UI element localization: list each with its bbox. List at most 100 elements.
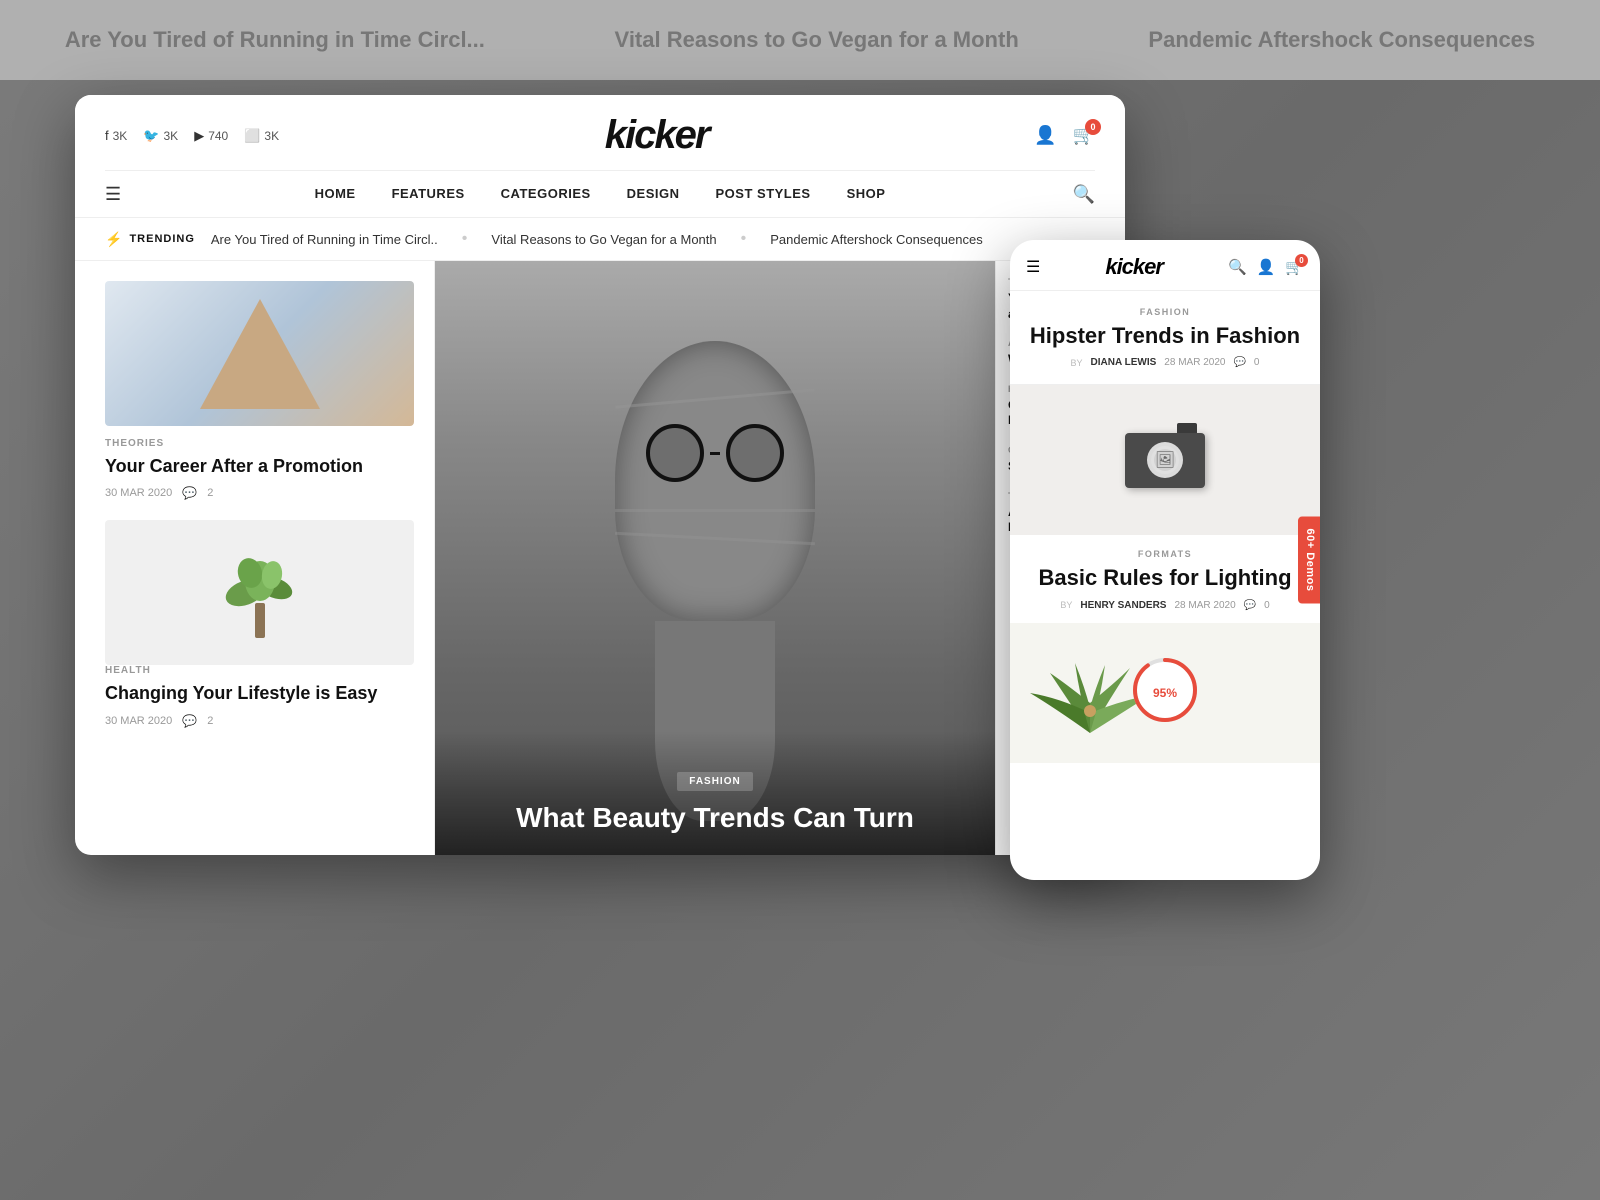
nav-shop[interactable]: SHOP xyxy=(847,186,886,201)
social-instagram[interactable]: ⬜ 3K xyxy=(244,128,279,144)
twitter-count: 3K xyxy=(164,129,179,143)
hero-figure: FASHION What Beauty Trends Can Turn xyxy=(435,261,995,855)
menu-hamburger-icon[interactable]: ☰ xyxy=(105,184,121,205)
bg-article-2: Vital Reasons to Go Vegan for a Month xyxy=(615,27,1019,53)
hero-caption: FASHION What Beauty Trends Can Turn xyxy=(435,731,995,855)
trending-item-2[interactable]: Vital Reasons to Go Vegan for a Month xyxy=(491,232,716,247)
mobile-window: ☰ kicker 🔍 👤 🛒 0 FASHION Hipster Trends … xyxy=(1010,240,1320,880)
search-icon[interactable]: 🔍 xyxy=(1073,184,1095,205)
mobile-by-1: BY xyxy=(1071,358,1083,368)
trending-item-1[interactable]: Are You Tired of Running in Time Circl.. xyxy=(211,232,438,247)
cart-wrapper[interactable]: 🛒 0 xyxy=(1073,125,1095,146)
mobile-palm-image: 95% xyxy=(1010,623,1320,763)
comment-icon-1: 💬 xyxy=(182,486,197,500)
article-img-1 xyxy=(105,281,414,426)
plant-svg xyxy=(220,543,300,643)
left-lens xyxy=(646,424,704,482)
bandage-line-2 xyxy=(615,509,815,512)
comment-count-1: 2 xyxy=(207,487,213,499)
trending-items: Are You Tired of Running in Time Circl..… xyxy=(211,230,983,248)
comment-icon-2: 💬 xyxy=(182,714,197,728)
mobile-cart-badge: 0 xyxy=(1295,254,1308,267)
user-icon[interactable]: 👤 xyxy=(1034,125,1056,146)
progress-wrapper: 95% xyxy=(1130,655,1200,730)
mobile-menu-icon[interactable]: ☰ xyxy=(1026,257,1040,277)
mobile-comment-icon-2: 💬 xyxy=(1244,600,1256,611)
face-shape xyxy=(615,341,815,621)
mobile-comment-icon-1: 💬 xyxy=(1233,357,1245,368)
article-title-2[interactable]: Changing Your Lifestyle is Easy xyxy=(105,682,414,705)
article-card-1: THEORIES Your Career After a Promotion 3… xyxy=(105,281,414,500)
bg-strip-top: Are You Tired of Running in Time Circl..… xyxy=(0,0,1600,80)
article-meta-1: 30 MAR 2020 💬 2 xyxy=(105,486,414,500)
bolt-icon: ⚡ xyxy=(105,231,123,248)
trending-bar: ⚡ TRENDING Are You Tired of Running in T… xyxy=(75,218,1125,261)
desktop-window: f 3K 🐦 3K ▶ 740 ⬜ 3K kicker xyxy=(75,95,1125,855)
mobile-article-1-meta: BY DIANA LEWIS 28 MAR 2020 💬 0 xyxy=(1026,357,1304,368)
bg-article-1: Are You Tired of Running in Time Circl..… xyxy=(65,27,485,53)
facebook-count: 3K xyxy=(113,129,128,143)
mobile-nav-icons: 🔍 👤 🛒 0 xyxy=(1228,258,1304,277)
header-actions: 👤 🛒 0 xyxy=(1034,125,1095,146)
navigation: ☰ HOME FEATURES CATEGORIES DESIGN POST S… xyxy=(105,170,1095,217)
header-top: f 3K 🐦 3K ▶ 740 ⬜ 3K kicker xyxy=(105,95,1095,170)
progress-text: 95% xyxy=(1153,686,1177,700)
article-meta-2: 30 MAR 2020 💬 2 xyxy=(105,714,414,728)
twitter-icon: 🐦 xyxy=(143,128,159,144)
trending-label: ⚡ TRENDING xyxy=(105,231,195,248)
youtube-count: 740 xyxy=(208,129,228,143)
glasses-bridge xyxy=(710,452,720,455)
mobile-article-1-header: FASHION Hipster Trends in Fashion BY DIA… xyxy=(1010,291,1320,385)
bandage-line-1 xyxy=(615,388,815,408)
category-theories: THEORIES xyxy=(105,438,414,449)
demos-banner[interactable]: 60+ Demos xyxy=(1298,517,1320,604)
bandage-line-3 xyxy=(615,532,815,545)
cart-badge: 0 xyxy=(1085,119,1101,135)
nav-design[interactable]: DESIGN xyxy=(627,186,680,201)
mobile-user-icon[interactable]: 👤 xyxy=(1257,258,1276,276)
trending-text: TRENDING xyxy=(129,233,194,245)
trending-item-3[interactable]: Pandemic Aftershock Consequences xyxy=(770,232,982,247)
mobile-date-1: 28 MAR 2020 xyxy=(1164,357,1225,368)
content-area: THEORIES Your Career After a Promotion 3… xyxy=(75,261,1125,855)
mobile-header: ☰ kicker 🔍 👤 🛒 0 xyxy=(1010,240,1320,291)
glasses xyxy=(646,424,784,482)
center-column: FASHION What Beauty Trends Can Turn xyxy=(435,261,995,855)
facebook-icon: f xyxy=(105,128,109,143)
nav-home[interactable]: HOME xyxy=(315,186,356,201)
instagram-count: 3K xyxy=(264,129,279,143)
image-overlay-icon: 🖼 xyxy=(1147,442,1183,478)
social-twitter[interactable]: 🐦 3K xyxy=(143,128,178,144)
article-title-1[interactable]: Your Career After a Promotion xyxy=(105,455,414,478)
mobile-comments-1: 0 xyxy=(1254,357,1260,368)
category-health: HEALTH xyxy=(105,665,414,676)
mobile-cart-wrapper[interactable]: 🛒 0 xyxy=(1285,258,1304,277)
mobile-content: FASHION Hipster Trends in Fashion BY DIA… xyxy=(1010,291,1320,880)
nav-features[interactable]: FEATURES xyxy=(392,186,465,201)
mobile-article-2: FORMATS Basic Rules for Lighting BY HENR… xyxy=(1010,535,1320,610)
mobile-article-2-meta: BY HENRY SANDERS 28 MAR 2020 💬 0 xyxy=(1026,600,1304,611)
nav-post-styles[interactable]: POST STYLES xyxy=(716,186,811,201)
hero-title[interactable]: What Beauty Trends Can Turn xyxy=(455,801,975,835)
social-youtube[interactable]: ▶ 740 xyxy=(194,128,228,144)
mobile-search-icon[interactable]: 🔍 xyxy=(1228,258,1247,276)
mobile-article-2-title[interactable]: Basic Rules for Lighting xyxy=(1026,565,1304,591)
youtube-icon: ▶ xyxy=(194,128,204,144)
mobile-formats-tag: FORMATS xyxy=(1026,549,1304,559)
article-date-1: 30 MAR 2020 xyxy=(105,487,172,499)
nav-categories[interactable]: CATEGORIES xyxy=(501,186,591,201)
instagram-icon: ⬜ xyxy=(244,128,260,144)
article-img-2 xyxy=(105,520,414,665)
mobile-logo[interactable]: kicker xyxy=(1105,254,1163,280)
social-facebook[interactable]: f 3K xyxy=(105,128,127,143)
left-column: THEORIES Your Career After a Promotion 3… xyxy=(75,261,435,855)
site-logo[interactable]: kicker xyxy=(605,113,709,158)
comment-count-2: 2 xyxy=(207,715,213,727)
mobile-by-2: BY xyxy=(1060,600,1072,610)
article-card-2: HEALTH Changing Your Lifestyle is Easy 3… xyxy=(105,520,414,727)
mobile-camera-image: 🖼 xyxy=(1010,385,1320,535)
camera-top xyxy=(1177,423,1197,433)
mobile-author-1: DIANA LEWIS xyxy=(1091,357,1157,368)
triangle-shape xyxy=(200,299,320,409)
mobile-article-1-title[interactable]: Hipster Trends in Fashion xyxy=(1026,323,1304,349)
